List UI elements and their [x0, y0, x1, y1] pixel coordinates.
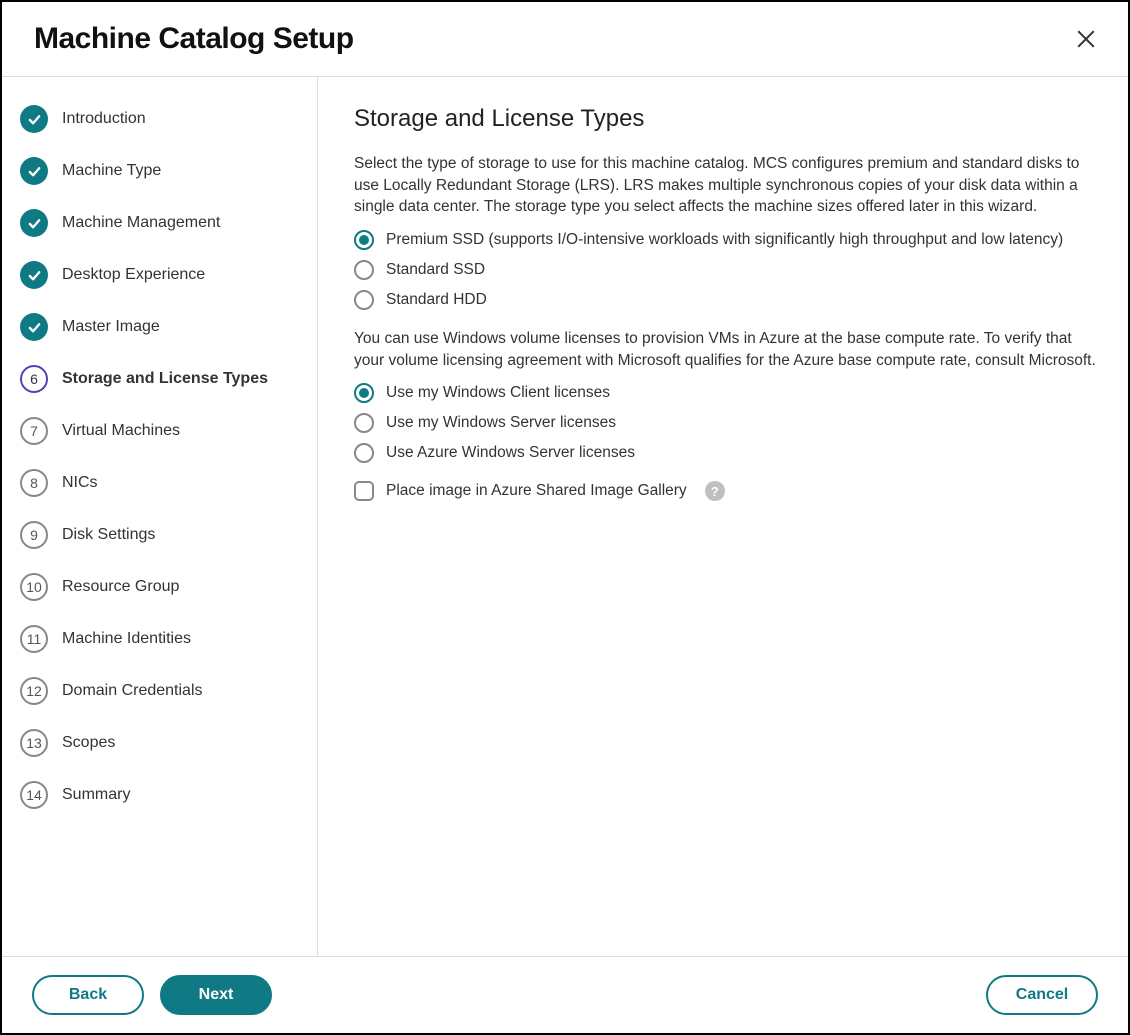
step-check-icon [20, 261, 48, 289]
storage-option: Premium SSD (supports I/O-intensive work… [354, 230, 1100, 250]
step-label: Storage and License Types [62, 370, 268, 388]
wizard-step[interactable]: 9 Disk Settings [20, 521, 299, 549]
storage-radio[interactable] [354, 230, 374, 250]
wizard-sidebar: Introduction Machine Type Machine Manageme… [2, 77, 318, 956]
shared-gallery-row: Place image in Azure Shared Image Galler… [354, 481, 1100, 501]
storage-radio[interactable] [354, 260, 374, 280]
storage-option: Standard HDD [354, 290, 1100, 310]
back-button[interactable]: Back [32, 975, 144, 1015]
step-label: Machine Management [62, 214, 220, 232]
step-label: Virtual Machines [62, 422, 180, 440]
wizard-step[interactable]: 7 Virtual Machines [20, 417, 299, 445]
license-option: Use my Windows Server licenses [354, 413, 1100, 433]
license-label: Use my Windows Server licenses [386, 414, 616, 432]
shared-gallery-label: Place image in Azure Shared Image Galler… [386, 482, 687, 500]
next-button[interactable]: Next [160, 975, 272, 1015]
storage-description: Select the type of storage to use for th… [354, 153, 1100, 218]
step-label: Machine Identities [62, 630, 191, 648]
wizard-step[interactable]: 11 Machine Identities [20, 625, 299, 653]
step-number-badge: 10 [20, 573, 48, 601]
step-check-icon [20, 209, 48, 237]
wizard-step[interactable]: Desktop Experience [20, 261, 299, 289]
license-radio[interactable] [354, 413, 374, 433]
license-radio[interactable] [354, 383, 374, 403]
step-label: Resource Group [62, 578, 179, 596]
step-label: Machine Type [62, 162, 161, 180]
storage-options: Premium SSD (supports I/O-intensive work… [354, 230, 1100, 310]
step-number-badge: 7 [20, 417, 48, 445]
step-label: Disk Settings [62, 526, 155, 544]
license-description: You can use Windows volume licenses to p… [354, 328, 1100, 371]
page-title: Storage and License Types [354, 105, 1100, 133]
dialog-footer: Back Next Cancel [2, 956, 1128, 1033]
dialog-window: Machine Catalog Setup Introduction Machin… [0, 0, 1130, 1035]
license-options: Use my Windows Client licenses Use my Win… [354, 383, 1100, 463]
dialog-header: Machine Catalog Setup [2, 2, 1128, 77]
step-label: NICs [62, 474, 98, 492]
storage-label: Premium SSD (supports I/O-intensive work… [386, 231, 1063, 249]
storage-label: Standard SSD [386, 261, 485, 279]
dialog-title: Machine Catalog Setup [34, 22, 354, 56]
wizard-step[interactable]: 12 Domain Credentials [20, 677, 299, 705]
close-icon[interactable] [1074, 27, 1098, 51]
wizard-step[interactable]: 10 Resource Group [20, 573, 299, 601]
storage-option: Standard SSD [354, 260, 1100, 280]
license-label: Use Azure Windows Server licenses [386, 444, 635, 462]
wizard-step[interactable]: Introduction [20, 105, 299, 133]
step-label: Master Image [62, 318, 160, 336]
step-number-badge: 11 [20, 625, 48, 653]
step-label: Scopes [62, 734, 115, 752]
step-check-icon [20, 157, 48, 185]
step-number-badge: 8 [20, 469, 48, 497]
step-number-badge: 14 [20, 781, 48, 809]
wizard-step[interactable]: Master Image [20, 313, 299, 341]
step-label: Summary [62, 786, 130, 804]
step-number-badge: 13 [20, 729, 48, 757]
cancel-button[interactable]: Cancel [986, 975, 1098, 1015]
wizard-step[interactable]: Machine Management [20, 209, 299, 237]
step-label: Domain Credentials [62, 682, 203, 700]
license-option: Use my Windows Client licenses [354, 383, 1100, 403]
step-number-badge: 9 [20, 521, 48, 549]
step-number-badge: 12 [20, 677, 48, 705]
wizard-step[interactable]: Machine Type [20, 157, 299, 185]
step-check-icon [20, 313, 48, 341]
main-panel: Storage and License Types Select the typ… [318, 77, 1128, 956]
license-label: Use my Windows Client licenses [386, 384, 610, 402]
license-option: Use Azure Windows Server licenses [354, 443, 1100, 463]
help-icon[interactable]: ? [705, 481, 725, 501]
step-label: Desktop Experience [62, 266, 205, 284]
license-radio[interactable] [354, 443, 374, 463]
shared-gallery-checkbox[interactable] [354, 481, 374, 501]
step-number-badge: 6 [20, 365, 48, 393]
step-label: Introduction [62, 110, 146, 128]
step-check-icon [20, 105, 48, 133]
storage-radio[interactable] [354, 290, 374, 310]
wizard-step[interactable]: 6 Storage and License Types [20, 365, 299, 393]
wizard-step[interactable]: 14 Summary [20, 781, 299, 809]
wizard-step[interactable]: 8 NICs [20, 469, 299, 497]
storage-label: Standard HDD [386, 291, 487, 309]
dialog-body: Introduction Machine Type Machine Manageme… [2, 77, 1128, 956]
wizard-step[interactable]: 13 Scopes [20, 729, 299, 757]
